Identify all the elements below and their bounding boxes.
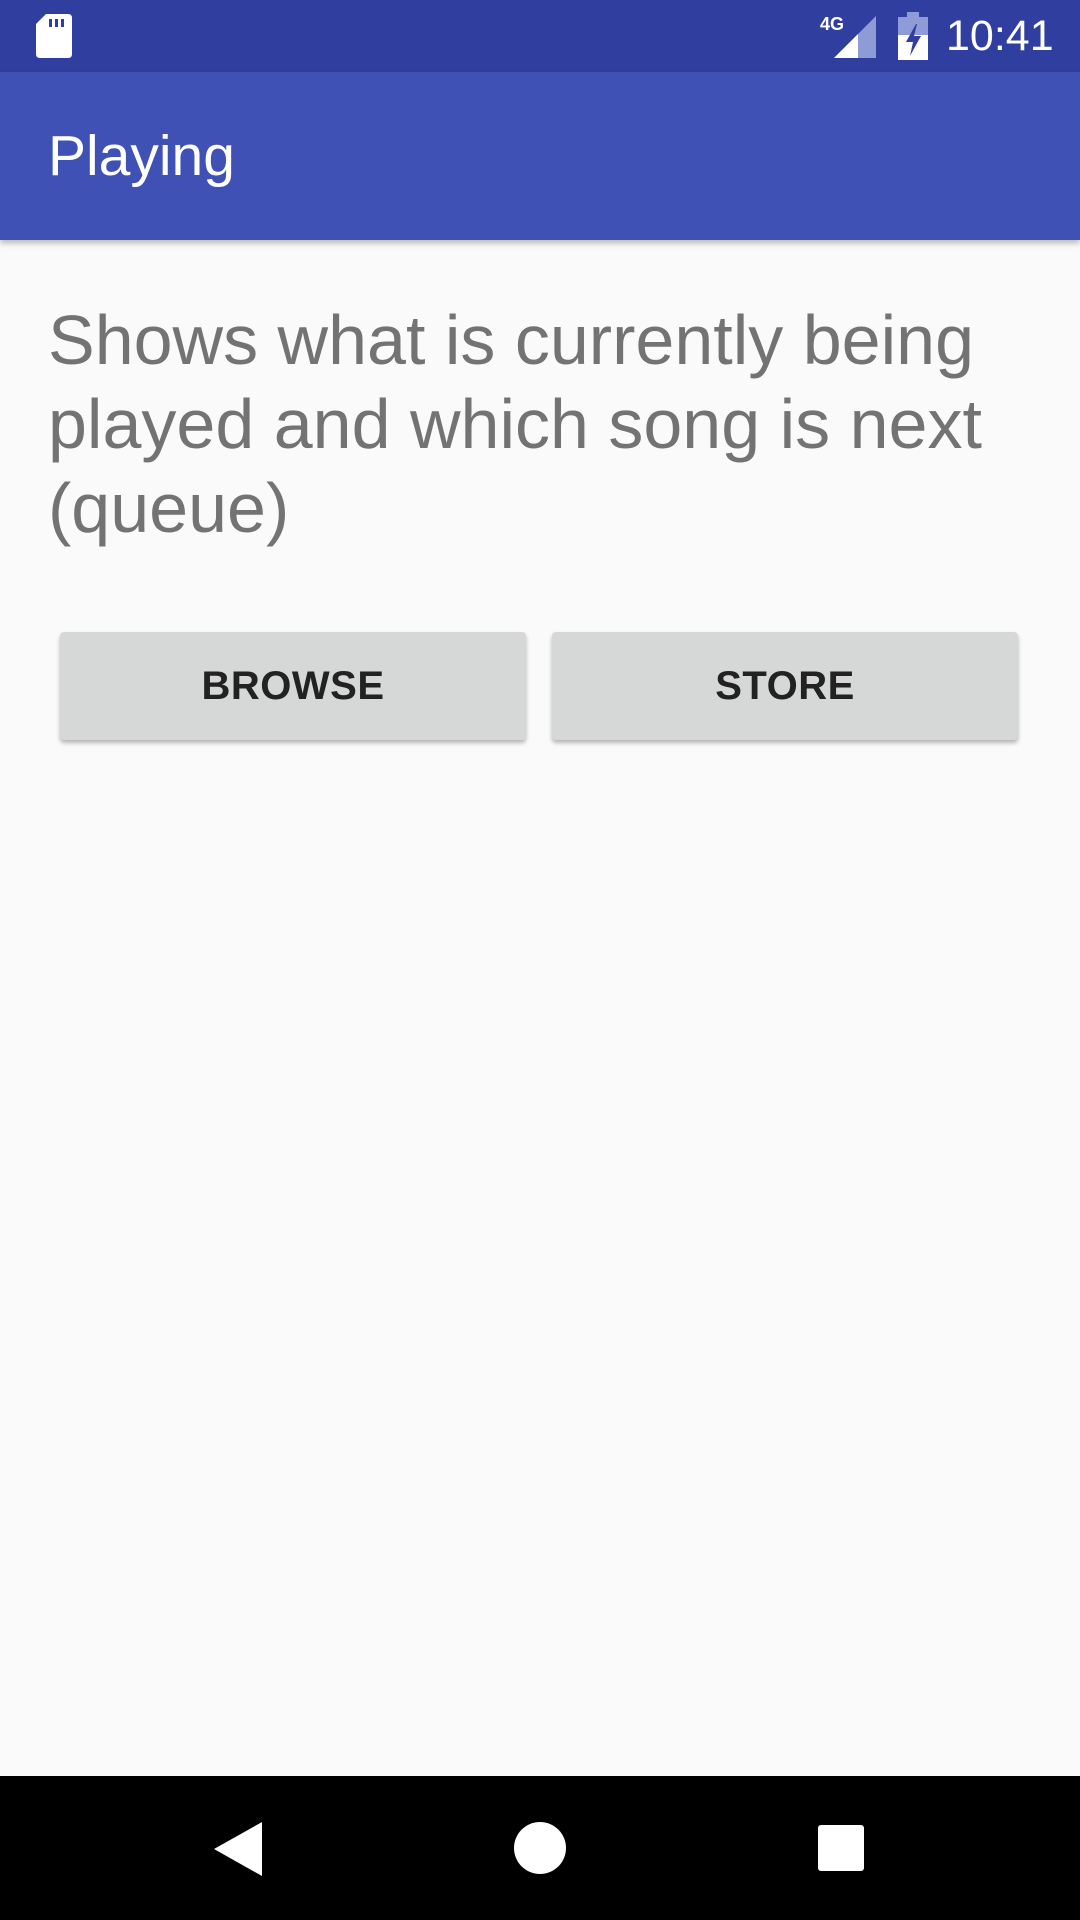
- status-bar: 4G 10:41: [0, 0, 1080, 72]
- network-type-label: 4G: [820, 14, 844, 34]
- home-icon[interactable]: [514, 1822, 566, 1874]
- recents-icon[interactable]: [818, 1825, 864, 1871]
- back-icon[interactable]: [214, 1822, 264, 1876]
- browse-button[interactable]: BROWSE: [60, 632, 526, 740]
- battery-charging-icon: [898, 12, 928, 60]
- sd-card-icon: [36, 14, 72, 58]
- store-button[interactable]: STORE: [552, 632, 1018, 740]
- status-clock: 10:41: [946, 12, 1054, 60]
- cell-signal-icon: 4G: [820, 14, 876, 58]
- app-bar: Playing: [0, 72, 1080, 240]
- app-title: Playing: [48, 124, 235, 188]
- screen-description: Shows what is currently being played and…: [48, 301, 982, 547]
